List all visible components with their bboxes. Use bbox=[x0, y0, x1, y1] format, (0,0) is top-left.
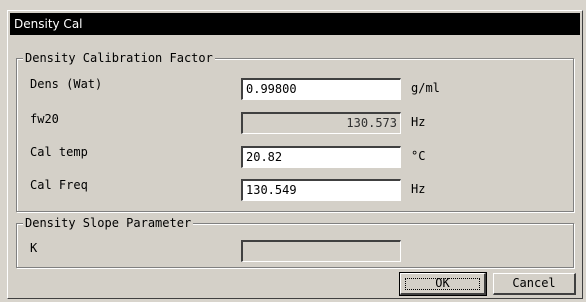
fw20-unit: Hz bbox=[411, 115, 426, 129]
dens-wat-input[interactable]: 0.99800 bbox=[241, 78, 401, 100]
k-label: K bbox=[30, 241, 38, 255]
calibration-factor-group-title: Density Calibration Factor bbox=[23, 51, 215, 65]
cal-temp-label: Cal temp bbox=[30, 145, 88, 159]
fw20-readonly-field: 130.573 bbox=[241, 112, 401, 134]
cancel-button[interactable]: Cancel bbox=[493, 273, 576, 295]
title-bar[interactable]: Density Cal bbox=[10, 13, 580, 35]
slope-parameter-group-title: Density Slope Parameter bbox=[23, 216, 194, 230]
cal-freq-label: Cal Freq bbox=[30, 178, 88, 192]
density-cal-dialog: Density Cal Density Calibration Factor D… bbox=[7, 10, 583, 299]
cancel-button-label: Cancel bbox=[512, 276, 556, 290]
k-readonly-field bbox=[241, 240, 401, 262]
dens-wat-label: Dens (Wat) bbox=[30, 77, 103, 91]
cal-temp-unit: °C bbox=[411, 149, 426, 163]
ok-button[interactable]: OK bbox=[399, 272, 487, 296]
cal-freq-unit: Hz bbox=[411, 182, 426, 196]
cal-freq-input[interactable]: 130.549 bbox=[241, 179, 401, 201]
window-title: Density Cal bbox=[14, 17, 83, 31]
cal-temp-input[interactable]: 20.82 bbox=[241, 146, 401, 168]
fw20-label: fw20 bbox=[30, 112, 59, 126]
dens-wat-unit: g/ml bbox=[411, 81, 440, 95]
focus-rectangle bbox=[405, 278, 480, 290]
